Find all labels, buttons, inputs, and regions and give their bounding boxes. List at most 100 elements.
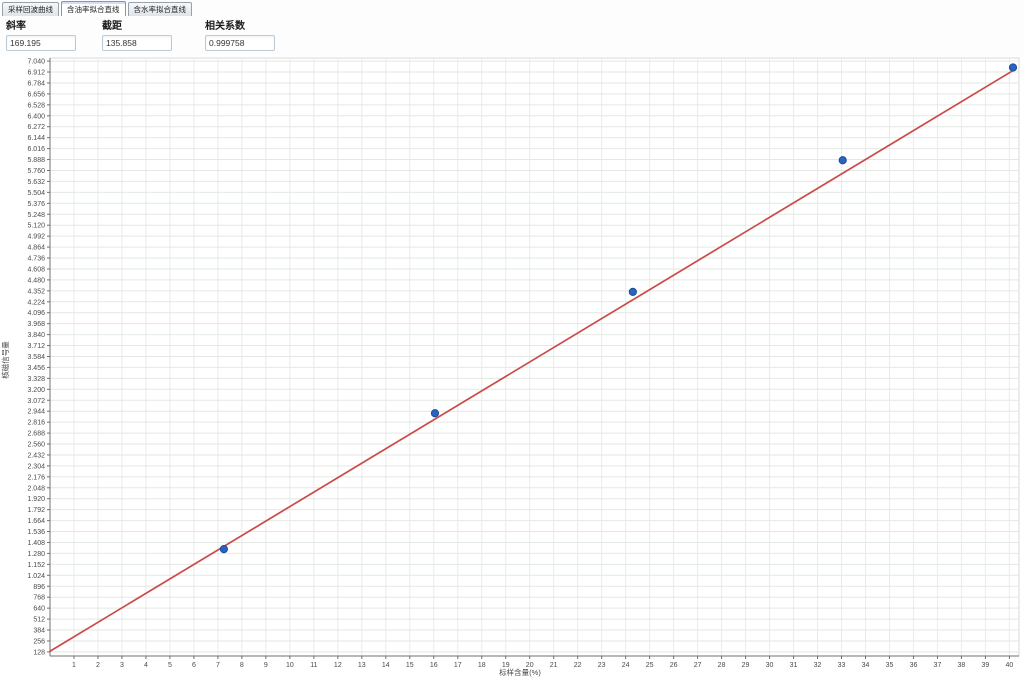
app-window: 采样回波曲线 含油率拟合直线 含水率拟合直线 斜率 截距 相关系数 123456… xyxy=(0,0,1024,681)
y-tick-label: 2.688 xyxy=(27,431,45,438)
y-tick-label: 4.480 xyxy=(27,277,45,284)
x-tick-label: 11 xyxy=(310,662,317,669)
y-tick-label: 512 xyxy=(33,617,45,624)
y-tick-label: 5.248 xyxy=(27,212,45,219)
x-tick-label: 24 xyxy=(622,662,630,669)
x-tick-label: 22 xyxy=(574,662,582,669)
y-tick-label: 5.632 xyxy=(27,179,45,186)
y-tick-label: 3.072 xyxy=(27,398,45,405)
y-tick-label: 1.408 xyxy=(27,540,45,547)
y-tick-label: 6.272 xyxy=(27,124,45,131)
y-tick-label: 128 xyxy=(33,649,45,656)
correlation-field[interactable] xyxy=(205,35,275,51)
y-tick-label: 6.400 xyxy=(27,113,45,120)
y-tick-label: 7.040 xyxy=(27,59,45,66)
data-point xyxy=(839,157,846,164)
y-tick-label: 3.584 xyxy=(27,354,45,361)
y-tick-label: 6.784 xyxy=(27,80,45,87)
x-tick-label: 34 xyxy=(862,662,870,669)
y-tick-label: 4.736 xyxy=(27,256,45,263)
x-tick-label: 17 xyxy=(454,662,462,669)
y-tick-label: 2.176 xyxy=(27,474,45,481)
x-tick-label: 16 xyxy=(430,662,438,669)
y-tick-label: 6.016 xyxy=(27,146,45,153)
slope-label: 斜率 xyxy=(6,17,76,32)
x-tick-label: 7 xyxy=(216,662,220,669)
y-tick-label: 2.560 xyxy=(27,442,45,449)
x-tick-label: 13 xyxy=(358,662,366,669)
y-tick-label: 1.280 xyxy=(27,551,45,558)
x-tick-label: 25 xyxy=(646,662,654,669)
y-tick-label: 768 xyxy=(33,595,45,602)
intercept-group: 截距 xyxy=(102,17,172,51)
y-tick-label: 3.840 xyxy=(27,332,45,339)
slope-group: 斜率 xyxy=(6,17,76,51)
y-tick-label: 5.504 xyxy=(27,190,45,197)
y-tick-label: 4.864 xyxy=(27,245,45,252)
y-tick-label: 3.328 xyxy=(27,376,45,383)
y-tick-label: 6.528 xyxy=(27,102,45,109)
x-tick-label: 10 xyxy=(286,662,294,669)
x-tick-label: 6 xyxy=(192,662,196,669)
y-tick-label: 5.760 xyxy=(27,168,45,175)
x-tick-label: 5 xyxy=(168,662,172,669)
y-tick-label: 1.664 xyxy=(27,518,45,525)
x-tick-label: 3 xyxy=(120,662,124,669)
y-tick-label: 2.816 xyxy=(27,420,45,427)
x-tick-label: 37 xyxy=(934,662,942,669)
chart-svg: 1234567891011121314151617181920212223242… xyxy=(0,55,1024,681)
x-tick-label: 8 xyxy=(240,662,244,669)
y-tick-label: 6.144 xyxy=(27,135,45,142)
x-tick-label: 31 xyxy=(790,662,798,669)
x-tick-label: 38 xyxy=(958,662,966,669)
x-tick-label: 9 xyxy=(264,662,268,669)
plot-area xyxy=(50,58,1019,656)
correlation-label: 相关系数 xyxy=(205,17,275,32)
y-tick-label: 1.024 xyxy=(27,573,45,580)
x-tick-label: 40 xyxy=(1006,662,1014,669)
y-tick-label: 256 xyxy=(33,638,45,645)
y-tick-label: 3.200 xyxy=(27,387,45,394)
x-tick-label: 30 xyxy=(766,662,774,669)
x-tick-label: 1 xyxy=(72,662,76,669)
x-tick-label: 35 xyxy=(886,662,894,669)
x-tick-label: 12 xyxy=(334,662,342,669)
x-tick-label: 2 xyxy=(96,662,100,669)
y-tick-label: 1.152 xyxy=(27,562,45,569)
y-tick-label: 896 xyxy=(33,584,45,591)
x-tick-label: 33 xyxy=(838,662,846,669)
y-tick-label: 4.352 xyxy=(27,288,45,295)
y-tick-label: 1.920 xyxy=(27,496,45,503)
intercept-field[interactable] xyxy=(102,35,172,51)
y-tick-label: 1.536 xyxy=(27,529,45,536)
y-tick-label: 4.096 xyxy=(27,310,45,317)
data-point xyxy=(1009,64,1016,71)
x-tick-label: 39 xyxy=(982,662,990,669)
calibration-chart: 1234567891011121314151617181920212223242… xyxy=(0,55,1024,681)
x-tick-label: 32 xyxy=(814,662,822,669)
tab-oil-fit-line[interactable]: 含油率拟合直线 xyxy=(61,1,126,16)
y-tick-label: 6.912 xyxy=(27,70,45,77)
y-tick-label: 3.968 xyxy=(27,321,45,328)
correlation-group: 相关系数 xyxy=(205,17,275,51)
x-tick-label: 18 xyxy=(478,662,486,669)
y-tick-label: 2.048 xyxy=(27,485,45,492)
intercept-label: 截距 xyxy=(102,17,172,32)
y-tick-label: 4.224 xyxy=(27,299,45,306)
y-tick-label: 2.432 xyxy=(27,452,45,459)
x-tick-label: 28 xyxy=(718,662,726,669)
y-tick-label: 640 xyxy=(33,606,45,613)
y-tick-label: 4.608 xyxy=(27,266,45,273)
slope-field[interactable] xyxy=(6,35,76,51)
tab-echo-curve[interactable]: 采样回波曲线 xyxy=(2,2,59,16)
top-panel: 采样回波曲线 含油率拟合直线 含水率拟合直线 斜率 截距 相关系数 xyxy=(0,0,1024,55)
data-point xyxy=(220,546,227,553)
y-tick-label: 2.304 xyxy=(27,463,45,470)
x-tick-label: 26 xyxy=(670,662,678,669)
x-tick-label: 29 xyxy=(742,662,750,669)
x-axis-title: 标样含量(%) xyxy=(499,667,541,677)
tab-water-fit-line[interactable]: 含水率拟合直线 xyxy=(128,2,193,16)
x-tick-label: 4 xyxy=(144,662,148,669)
y-tick-label: 5.376 xyxy=(27,201,45,208)
y-axis-title: 核磁信号量 xyxy=(0,341,10,379)
